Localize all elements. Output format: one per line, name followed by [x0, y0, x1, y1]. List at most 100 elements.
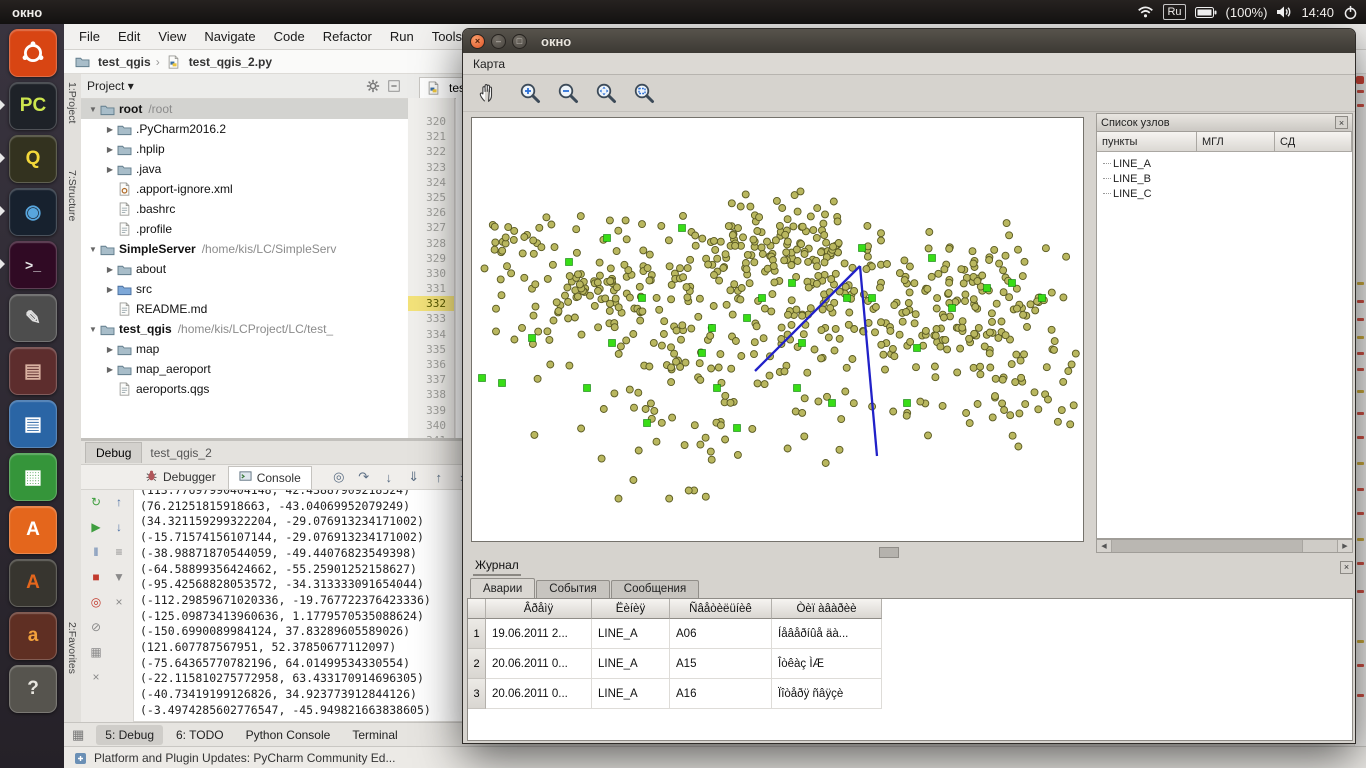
- expand-chevron[interactable]: ▼: [87, 325, 99, 334]
- toolwindow-tab-5-debug[interactable]: 5: Debug: [96, 725, 163, 745]
- node-item-line_c[interactable]: LINE_C: [1097, 186, 1352, 201]
- menu-view[interactable]: View: [149, 26, 195, 47]
- tool-button-structure[interactable]: 7:Structure: [66, 170, 78, 221]
- volume-icon[interactable]: [1276, 5, 1292, 19]
- log-tab-1[interactable]: Аварии: [470, 578, 535, 598]
- column-header-1[interactable]: Âðåìÿ: [486, 599, 592, 619]
- down-stack-icon[interactable]: ↓: [111, 518, 128, 535]
- tree-item-about[interactable]: ▶about: [81, 259, 408, 279]
- view-breakpoints-icon[interactable]: ◎: [88, 593, 105, 610]
- status-message[interactable]: Platform and Plugin Updates: PyCharm Com…: [94, 751, 395, 765]
- log-close-button[interactable]: ×: [1340, 561, 1353, 574]
- tool-button-project[interactable]: 1:Project: [66, 82, 78, 123]
- close-button[interactable]: ×: [470, 34, 485, 49]
- stripe-mark[interactable]: [1357, 562, 1364, 565]
- pan-tool-button[interactable]: [472, 79, 502, 107]
- column-header-2[interactable]: Ëèíèÿ: [592, 599, 670, 619]
- stripe-mark[interactable]: [1357, 282, 1364, 285]
- launcher-text-editor-icon[interactable]: ✎: [9, 294, 57, 342]
- zoom-full-tool-button[interactable]: [591, 79, 621, 107]
- keyboard-layout-indicator[interactable]: Ru: [1163, 4, 1185, 20]
- stripe-mark[interactable]: [1357, 436, 1364, 439]
- column-header-3[interactable]: Ñâåòèëüíèê: [670, 599, 772, 619]
- project-view-selector[interactable]: Project ▾: [87, 79, 134, 93]
- show-execution-point-icon[interactable]: ◎: [330, 468, 348, 486]
- tool-button-favorites[interactable]: 2:Favorites: [66, 622, 78, 674]
- launcher-ubuntu-dash-icon[interactable]: [9, 29, 57, 77]
- debug-panel-tab[interactable]: Debug: [85, 442, 142, 463]
- collapse-all-icon[interactable]: [386, 78, 402, 94]
- clear-output-icon[interactable]: ×: [111, 593, 128, 610]
- menu-run[interactable]: Run: [381, 26, 423, 47]
- expand-chevron[interactable]: ▶: [104, 285, 116, 294]
- step-into-icon[interactable]: ↓: [380, 468, 398, 486]
- column-header-4[interactable]: Òèï àâàðèè: [772, 599, 882, 619]
- session-menu-icon[interactable]: [1343, 5, 1358, 20]
- launcher-libreoffice-calc-icon[interactable]: ▦: [9, 453, 57, 501]
- zoom-out-tool-button[interactable]: [553, 79, 583, 107]
- tree-item--pycharm2016-2[interactable]: ▶.PyCharm2016.2: [81, 119, 408, 139]
- zoom-selection-tool-button[interactable]: [629, 79, 659, 107]
- mute-breakpoints-icon[interactable]: ⊘: [88, 618, 105, 635]
- launcher-terminal-icon[interactable]: >_: [9, 241, 57, 289]
- launcher-libreoffice-writer-icon[interactable]: ▤: [9, 400, 57, 448]
- debug-tab-debugger[interactable]: Debugger: [135, 466, 226, 488]
- table-row[interactable]: 220.06.2011 0...LINE_AA15Îòêàç ÌÆ: [468, 649, 1352, 679]
- scroll-end-icon[interactable]: ▼: [111, 568, 128, 585]
- expand-chevron[interactable]: ▶: [104, 265, 116, 274]
- tree-item-simpleserver[interactable]: ▼SimpleServer/home/kis/LC/SimpleServ: [81, 239, 408, 259]
- resume-icon[interactable]: ▶: [88, 518, 105, 535]
- expand-chevron[interactable]: ▶: [104, 345, 116, 354]
- stripe-mark[interactable]: [1357, 488, 1364, 491]
- map-canvas[interactable]: [471, 117, 1084, 542]
- soft-wrap-icon[interactable]: ≡: [111, 543, 128, 560]
- node-list-hscrollbar[interactable]: ◀ ▶: [1096, 539, 1353, 553]
- node-column-2[interactable]: МГЛ: [1197, 132, 1275, 152]
- zoom-in-tool-button[interactable]: [515, 79, 545, 107]
- launcher-qgis-icon[interactable]: Q: [9, 135, 57, 183]
- stripe-mark[interactable]: [1357, 300, 1364, 303]
- error-indicator[interactable]: [1356, 76, 1364, 84]
- stripe-mark[interactable]: [1357, 462, 1364, 465]
- tree-item--java[interactable]: ▶.java: [81, 159, 408, 179]
- launcher-pycharm-icon[interactable]: PC: [9, 82, 57, 130]
- toolwindow-tab-6-todo[interactable]: 6: TODO: [167, 725, 233, 745]
- scroll-right-arrow[interactable]: ▶: [1337, 540, 1352, 552]
- close-icon[interactable]: ×: [88, 668, 105, 685]
- pause-icon[interactable]: ‖: [88, 543, 105, 560]
- step-over-icon[interactable]: ↷: [355, 468, 373, 486]
- menu-code[interactable]: Code: [265, 26, 314, 47]
- stripe-mark[interactable]: [1357, 590, 1364, 593]
- table-row[interactable]: 119.06.2011 2...LINE_AA06Íåâåðíûå äà...: [468, 619, 1352, 649]
- stripe-mark[interactable]: [1357, 390, 1364, 393]
- toolwindow-switcher-icon[interactable]: ▦: [72, 727, 84, 743]
- up-stack-icon[interactable]: ↑: [111, 493, 128, 510]
- log-tab-3[interactable]: Сообщения: [611, 580, 699, 598]
- force-step-into-icon[interactable]: ⇓: [405, 468, 423, 486]
- stop-icon[interactable]: ■: [88, 568, 105, 585]
- node-item-line_a[interactable]: LINE_A: [1097, 156, 1352, 171]
- menu-navigate[interactable]: Navigate: [195, 26, 264, 47]
- expand-chevron[interactable]: ▼: [87, 245, 99, 254]
- launcher-amazon-icon[interactable]: a: [9, 612, 57, 660]
- settings-icon[interactable]: [365, 78, 381, 94]
- toolwindow-tab-terminal[interactable]: Terminal: [343, 725, 406, 745]
- menu-edit[interactable]: Edit: [109, 26, 149, 47]
- stripe-mark[interactable]: [1357, 538, 1364, 541]
- expand-chevron[interactable]: ▶: [104, 165, 116, 174]
- expand-chevron[interactable]: ▶: [104, 125, 116, 134]
- table-row[interactable]: 320.06.2011 0...LINE_AA16Ïîòåðÿ ñâÿçè: [468, 679, 1352, 709]
- expand-chevron[interactable]: ▶: [104, 145, 116, 154]
- tree-item-map[interactable]: ▶map: [81, 339, 408, 359]
- stripe-mark[interactable]: [1357, 694, 1364, 697]
- menu-file[interactable]: File: [70, 26, 109, 47]
- expand-chevron[interactable]: ▼: [87, 105, 99, 114]
- tree-item-src[interactable]: ▶src: [81, 279, 408, 299]
- tree-item--profile[interactable]: .profile: [81, 219, 408, 239]
- node-column-1[interactable]: пункты: [1097, 132, 1197, 152]
- stripe-mark[interactable]: [1357, 90, 1364, 93]
- maximize-button[interactable]: □: [512, 34, 527, 49]
- launcher-browser-icon[interactable]: ◉: [9, 188, 57, 236]
- row-number-header[interactable]: [468, 599, 486, 619]
- menu-refactor[interactable]: Refactor: [314, 26, 381, 47]
